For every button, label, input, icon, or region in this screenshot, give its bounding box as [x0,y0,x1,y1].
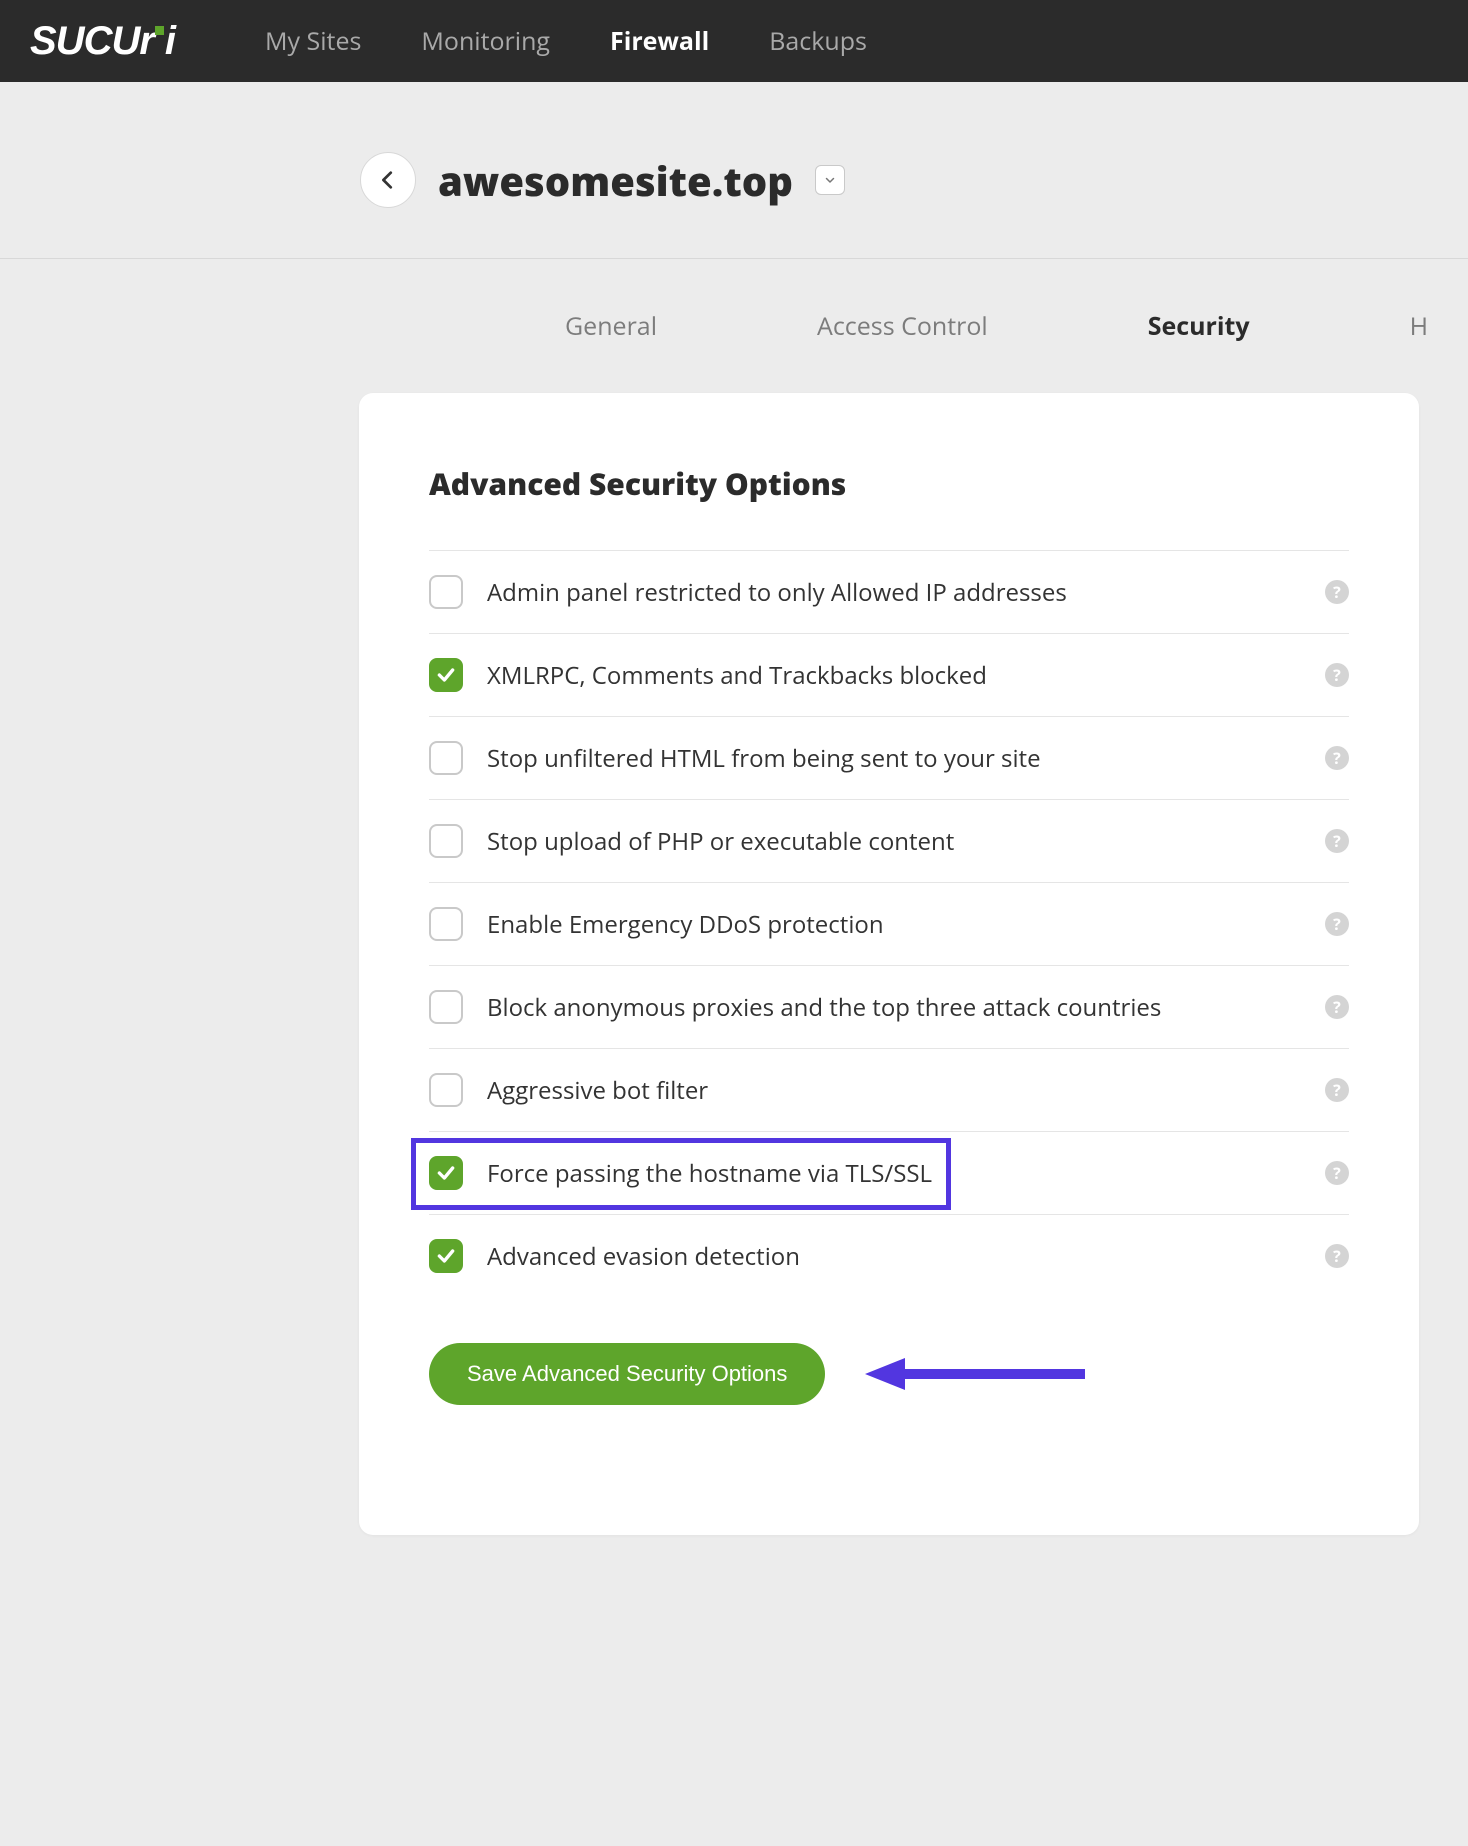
nav-items: My Sites Monitoring Firewall Backups [265,24,867,58]
logo: SUCUri [30,19,175,64]
nav-my-sites[interactable]: My Sites [265,24,361,58]
help-icon[interactable]: ? [1325,912,1349,936]
option-checkbox[interactable] [429,990,463,1024]
save-row: Save Advanced Security Options [429,1343,1349,1405]
option-row: Enable Emergency DDoS protection? [429,882,1349,965]
nav-monitoring[interactable]: Monitoring [421,24,550,58]
back-button[interactable] [360,152,416,208]
help-icon[interactable]: ? [1325,580,1349,604]
nav-backups[interactable]: Backups [769,24,867,58]
help-icon[interactable]: ? [1325,746,1349,770]
option-checkbox[interactable] [429,741,463,775]
help-icon[interactable]: ? [1325,1161,1349,1185]
help-icon[interactable]: ? [1325,1078,1349,1102]
tab-security[interactable]: Security [1148,309,1250,343]
help-icon[interactable]: ? [1325,663,1349,687]
check-icon [436,1163,456,1183]
tab-general[interactable]: General [565,309,657,343]
tab-access-control[interactable]: Access Control [817,309,988,343]
option-checkbox[interactable] [429,907,463,941]
card-title: Advanced Security Options [429,463,1349,504]
check-icon [436,1246,456,1266]
option-row: Stop unfiltered HTML from being sent to … [429,716,1349,799]
save-button[interactable]: Save Advanced Security Options [429,1343,825,1405]
option-label: Stop upload of PHP or executable content [487,825,1301,858]
option-row: Block anonymous proxies and the top thre… [429,965,1349,1048]
option-label: Stop unfiltered HTML from being sent to … [487,742,1301,775]
option-label: Aggressive bot filter [487,1074,1301,1107]
option-row: XMLRPC, Comments and Trackbacks blocked? [429,633,1349,716]
option-row: Stop upload of PHP or executable content… [429,799,1349,882]
nav-firewall[interactable]: Firewall [610,24,709,58]
option-label: Advanced evasion detection [487,1240,1301,1273]
option-checkbox[interactable] [429,1239,463,1273]
option-row: Admin panel restricted to only Allowed I… [429,550,1349,633]
option-label: Enable Emergency DDoS protection [487,908,1301,941]
arrow-left-icon [377,169,399,191]
option-row: Advanced evasion detection? [429,1214,1349,1297]
option-label: Force passing the hostname via TLS/SSL [487,1157,1301,1190]
option-checkbox[interactable] [429,575,463,609]
option-label: Admin panel restricted to only Allowed I… [487,576,1301,609]
site-header: awesomesite.top [0,152,1468,259]
tab-https[interactable]: H [1410,309,1428,343]
help-icon[interactable]: ? [1325,995,1349,1019]
chevron-down-icon [824,174,836,186]
option-row: Force passing the hostname via TLS/SSL? [429,1131,1349,1214]
option-checkbox[interactable] [429,658,463,692]
check-icon [436,665,456,685]
logo-accent-icon [155,26,164,35]
option-checkbox[interactable] [429,824,463,858]
subtabs: General Access Control Security H [0,259,1468,393]
help-icon[interactable]: ? [1325,1244,1349,1268]
option-row: Aggressive bot filter? [429,1048,1349,1131]
page-area: awesomesite.top General Access Control S… [0,82,1468,1535]
annotation-arrow-icon [865,1354,1085,1394]
site-name: awesomesite.top [438,153,793,208]
help-icon[interactable]: ? [1325,829,1349,853]
option-label: Block anonymous proxies and the top thre… [487,991,1301,1024]
site-dropdown[interactable] [815,165,845,195]
security-card: Advanced Security Options Admin panel re… [359,393,1419,1535]
option-checkbox[interactable] [429,1073,463,1107]
option-checkbox[interactable] [429,1156,463,1190]
option-label: XMLRPC, Comments and Trackbacks blocked [487,659,1301,692]
top-navbar: SUCUri My Sites Monitoring Firewall Back… [0,0,1468,82]
